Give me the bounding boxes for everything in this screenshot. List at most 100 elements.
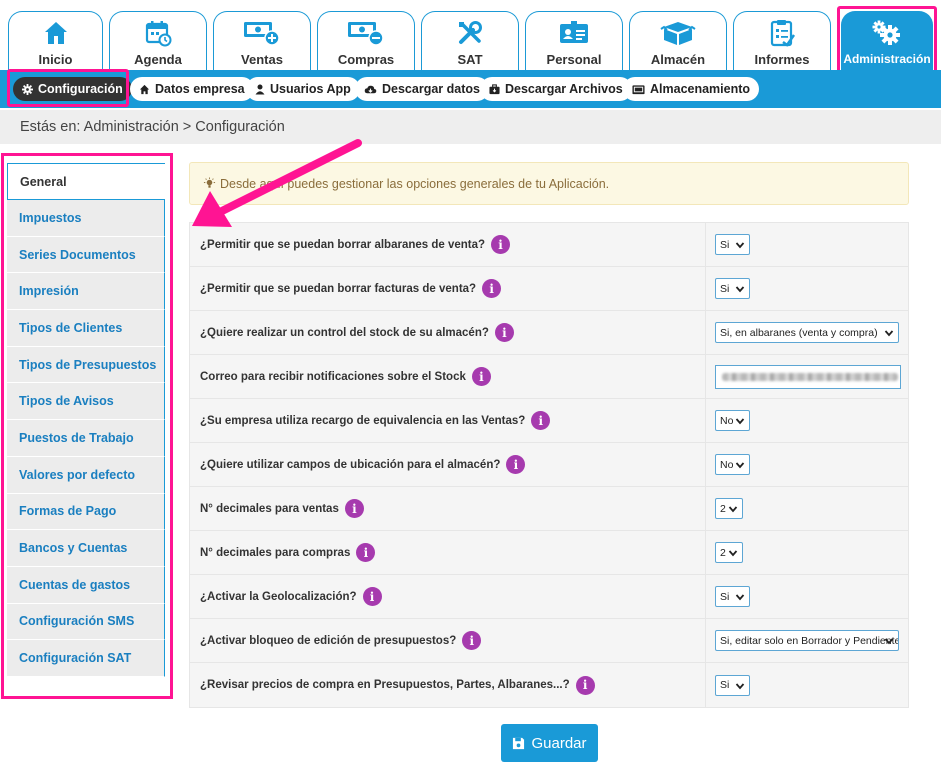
sidebar-item-valores-defecto[interactable]: Valores por defecto (7, 456, 165, 494)
setting-question: ¿Su empresa utiliza recargo de equivalen… (190, 399, 706, 442)
tab-inicio[interactable]: Inicio (8, 11, 103, 70)
info-icon[interactable]: i (462, 631, 482, 650)
setting-label: ¿Permitir que se puedan borrar facturas … (200, 282, 477, 295)
subnav-label: Descargar datos (382, 82, 480, 96)
setting-question: N° decimales para compras i (190, 531, 706, 574)
info-alert: Desde aquí puedes gestionar las opciones… (189, 162, 909, 205)
sidebar-item-impuestos[interactable]: Impuestos (7, 200, 165, 237)
info-icon[interactable]: i (356, 543, 376, 562)
setting-question: ¿Permitir que se puedan borrar facturas … (190, 267, 706, 310)
main-tabs: Inicio Agenda Ventas Compras SAT Persona… (0, 0, 941, 70)
borrar-facturas-select[interactable]: Si (715, 278, 750, 299)
settings-sidebar: General Impuestos Series Documentos Impr… (7, 163, 165, 677)
save-label: Guardar (531, 734, 587, 752)
subnav-label: Almacenamiento (650, 82, 751, 96)
stock-email-input[interactable] (715, 364, 901, 389)
settings-table: ¿Permitir que se puedan borrar albaranes… (189, 222, 909, 708)
sidebar-item-configuracion-sat[interactable]: Configuración SAT (7, 640, 165, 677)
info-icon[interactable]: i (482, 279, 502, 298)
info-icon[interactable]: i (362, 587, 382, 606)
chevron-down-icon (728, 550, 738, 557)
tools-icon (459, 21, 482, 44)
sidebar-item-impresion[interactable]: Impresión (7, 273, 165, 311)
tab-sat[interactable]: SAT (421, 11, 519, 70)
chevron-down-icon (735, 682, 745, 689)
table-row: N° decimales para ventas i 2 (190, 487, 908, 531)
lightbulb-icon (203, 177, 216, 188)
info-icon[interactable]: i (575, 675, 595, 695)
tab-label: Compras (337, 52, 395, 67)
info-text: Desde aquí puedes gestionar las opciones… (220, 176, 610, 191)
sidebar-item-formas-pago[interactable]: Formas de Pago (7, 493, 165, 531)
save-button[interactable]: Guardar (501, 724, 598, 762)
sidebar-item-tipos-presupuestos[interactable]: Tipos de Presupuestos (7, 346, 165, 384)
floppy-disk-icon (513, 737, 525, 749)
tab-almacen[interactable]: Almacén (629, 11, 727, 70)
chevron-down-icon (735, 594, 745, 601)
tab-agenda[interactable]: Agenda (109, 11, 207, 70)
redacted-email (722, 372, 898, 381)
sidebar-item-bancos-cuentas[interactable]: Bancos y Cuentas (7, 530, 165, 567)
gears-icon (872, 20, 900, 45)
setting-question: N° decimales para ventas i (190, 487, 706, 530)
borrar-albaranes-select[interactable]: Si (715, 234, 750, 255)
tab-administracion[interactable]: Administración (841, 11, 933, 70)
subnav-descargar-datos[interactable]: Descargar datos (355, 77, 489, 101)
table-row: ¿Activar la Geolocalización? i Si (190, 575, 908, 619)
sidebar-item-configuracion-sms[interactable]: Configuración SMS (7, 603, 165, 641)
cloud-download-icon (364, 85, 377, 93)
setting-question: ¿Activar bloqueo de edición de presupues… (190, 619, 706, 662)
control-stock-select[interactable]: Si, en albaranes (venta y compra) (715, 322, 899, 343)
id-card-icon (560, 21, 588, 43)
home-icon (44, 22, 67, 44)
chevron-down-icon (735, 418, 745, 425)
recargo-equivalencia-select[interactable]: No (715, 410, 750, 431)
subnav-label: Datos empresa (155, 82, 245, 96)
table-row: ¿Permitir que se puedan borrar facturas … (190, 267, 908, 311)
setting-question: ¿Revisar precios de compra en Presupuest… (190, 663, 706, 707)
info-icon[interactable]: i (344, 499, 364, 518)
cash-plus-icon (244, 22, 280, 46)
table-row: ¿Activar bloqueo de edición de presupues… (190, 619, 908, 663)
subnav-configuracion[interactable]: Configuración (13, 77, 132, 101)
subnav-almacenamiento[interactable]: Almacenamiento (623, 77, 760, 101)
setting-question: ¿Quiere utilizar campos de ubicación par… (190, 443, 706, 486)
sidebar-item-tipos-clientes[interactable]: Tipos de Clientes (7, 310, 165, 347)
info-icon[interactable]: i (531, 411, 551, 430)
sidebar-item-general[interactable]: General (7, 163, 165, 200)
info-icon[interactable]: i (494, 323, 514, 342)
subnav-descargar-archivos[interactable]: Descargar Archivos (480, 77, 632, 101)
subnav-datos-empresa[interactable]: Datos empresa (130, 77, 254, 101)
sidebar-item-series-documentos[interactable]: Series Documentos (7, 236, 165, 274)
bloqueo-presupuestos-select[interactable]: Si, editar solo en Borrador y Pendiente (715, 630, 899, 651)
revisar-precios-select[interactable]: Si (715, 674, 750, 696)
ubicacion-almacen-select[interactable]: No (715, 454, 750, 475)
tab-informes[interactable]: Informes (733, 11, 831, 70)
setting-label: ¿Activar bloqueo de edición de presupues… (200, 634, 457, 647)
clipboard-icon (770, 20, 796, 47)
tab-label: Almacén (650, 52, 706, 67)
sidebar-item-cuentas-gastos[interactable]: Cuentas de gastos (7, 566, 165, 604)
subnav-usuarios-app[interactable]: Usuarios App (246, 77, 360, 101)
subnav-label: Descargar Archivos (505, 82, 623, 96)
decimales-ventas-select[interactable]: 2 (715, 498, 743, 519)
geolocalizacion-select[interactable]: Si (715, 586, 750, 607)
decimales-compras-select[interactable]: 2 (715, 542, 743, 563)
subnav-label: Configuración (38, 82, 123, 96)
info-icon[interactable]: i (471, 367, 491, 386)
setting-label: ¿Quiere realizar un control del stock de… (200, 326, 489, 339)
tab-compras[interactable]: Compras (317, 11, 415, 70)
info-icon[interactable]: i (506, 455, 526, 474)
setting-question: Correo para recibir notificaciones sobre… (190, 355, 706, 398)
chevron-down-icon (735, 286, 745, 293)
chevron-down-icon (735, 242, 745, 249)
info-icon[interactable]: i (491, 235, 511, 254)
tab-personal[interactable]: Personal (525, 11, 623, 70)
setting-label: ¿Quiere utilizar campos de ubicación par… (200, 458, 501, 471)
tab-ventas[interactable]: Ventas (213, 11, 311, 70)
sidebar-item-tipos-avisos[interactable]: Tipos de Avisos (7, 383, 165, 421)
table-row: N° decimales para compras i 2 (190, 531, 908, 575)
sidebar-item-puestos-trabajo[interactable]: Puestos de Trabajo (7, 420, 165, 457)
tab-label: Inicio (38, 52, 73, 67)
tab-label: SAT (457, 52, 483, 67)
